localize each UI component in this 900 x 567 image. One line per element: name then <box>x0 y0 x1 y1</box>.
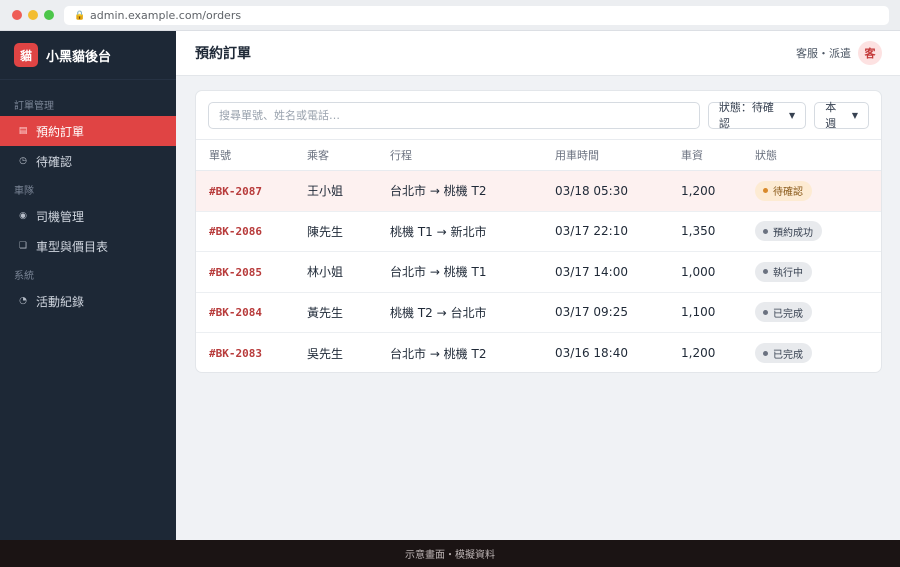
table-row[interactable]: #BK-2083 吳先生 台北市 → 桃機 T2 03/16 18:40 1,2… <box>196 333 881 373</box>
activity-icon: ◔ <box>19 296 27 306</box>
user-role: 客服・派遣 <box>796 47 851 60</box>
status-dot-icon <box>763 269 768 275</box>
route-cell: 台北市 → 桃機 T2 <box>390 346 487 361</box>
list-icon: ▤ <box>18 126 28 136</box>
order-id-link[interactable]: #BK-2085 <box>209 266 262 279</box>
status-dot-icon <box>763 228 768 234</box>
sidebar-item-label: 待確認 <box>36 154 73 169</box>
table-row[interactable]: #BK-2085 林小姐 台北市 → 桃機 T1 03/17 14:00 1,0… <box>196 252 881 292</box>
route-cell: 台北市 → 桃機 T1 <box>390 265 487 280</box>
status-badge-label: 執行中 <box>773 268 803 280</box>
status-badge: 預約成功 <box>755 221 822 242</box>
user-menu[interactable]: 客服・派遣 客 <box>796 41 882 65</box>
avatar[interactable]: 客 <box>858 41 882 65</box>
status-dot-icon <box>763 188 768 194</box>
status-badge-label: 已完成 <box>773 349 803 361</box>
sidebar-item-drivers[interactable]: ◉ 司機管理 <box>0 201 176 231</box>
status-filter-label: 狀態：待確認 <box>718 101 774 130</box>
address-bar[interactable]: 🔒 admin.example.com/orders <box>64 6 889 25</box>
footer: 示意畫面・模擬資料 <box>0 540 900 567</box>
route-cell: 台北市 → 桃機 T2 <box>390 184 487 199</box>
sidebar-section-system: 系統 <box>14 271 34 282</box>
time-cell: 03/17 14:00 <box>555 264 628 279</box>
time-cell: 03/16 18:40 <box>555 346 628 360</box>
minimize-window-button[interactable] <box>28 10 38 20</box>
status-filter-dropdown[interactable]: 狀態：待確認 ▼ <box>707 101 807 130</box>
period-filter-dropdown[interactable]: 本週 ▼ <box>814 101 869 130</box>
close-window-button[interactable] <box>12 10 22 20</box>
status-badge: 已完成 <box>755 343 812 363</box>
sidebar-section-orders: 訂單管理 <box>14 101 54 112</box>
chevron-down-icon: ▼ <box>789 110 796 120</box>
passenger-cell: 林小姐 <box>307 265 344 280</box>
route-cell: 桃機 T2 → 台北市 <box>390 305 487 320</box>
sidebar-item-vehicle-pricing[interactable]: ❏ 車型與價目表 <box>0 231 176 261</box>
table-row[interactable]: #BK-2084 黃先生 桃機 T2 → 台北市 03/17 09:25 1,1… <box>196 292 881 333</box>
time-cell: 03/17 22:10 <box>555 224 628 239</box>
fare-cell: 1,100 <box>681 305 716 320</box>
brand-logo: 貓 <box>14 43 38 67</box>
order-id-link[interactable]: #BK-2087 <box>209 185 262 198</box>
browser-chrome: 🔒 admin.example.com/orders <box>0 0 900 31</box>
search-input[interactable] <box>208 101 700 129</box>
clock-icon: ◷ <box>19 156 27 166</box>
main-content: 狀態：待確認 ▼ 本週 ▼ 單號 乘客 行程 用車時間 車資 狀態 <box>176 76 900 540</box>
page-header: 預約訂單 客服・派遣 客 <box>176 31 900 76</box>
status-badge-label: 已完成 <box>773 308 803 320</box>
status-dot-icon <box>763 309 768 315</box>
passenger-cell: 陳先生 <box>307 224 344 239</box>
sidebar: 貓 小黑貓後台 訂單管理 ▤ 預約訂單 ◷ 待確認 車隊 ◉ 司機管理 ❏ 車型… <box>0 31 176 540</box>
status-badge: 待確認 <box>755 180 812 201</box>
tag-icon: ❏ <box>18 241 28 251</box>
passenger-cell: 黃先生 <box>307 305 344 320</box>
sidebar-item-label: 車型與價目表 <box>36 239 109 254</box>
period-filter-label: 本週 <box>825 101 837 130</box>
driver-icon: ◉ <box>19 211 27 221</box>
route-cell: 桃機 T1 → 新北市 <box>390 224 487 239</box>
order-id-link[interactable]: #BK-2084 <box>209 306 262 319</box>
fare-cell: 1,350 <box>681 224 716 239</box>
passenger-cell: 王小姐 <box>307 184 344 199</box>
order-id-link[interactable]: #BK-2086 <box>209 225 262 238</box>
sidebar-item-activity-log[interactable]: ◔ 活動紀錄 <box>0 286 176 316</box>
sidebar-section-fleet: 車隊 <box>14 186 34 197</box>
status-badge-label: 待確認 <box>773 187 803 199</box>
status-dot-icon <box>763 350 768 356</box>
table-header-row: 單號 乘客 行程 用車時間 車資 狀態 <box>196 139 881 171</box>
brand-name: 小黑貓後台 <box>46 49 112 65</box>
fare-cell: 1,200 <box>681 346 716 360</box>
status-badge: 已完成 <box>755 302 812 323</box>
orders-table: 單號 乘客 行程 用車時間 車資 狀態 #BK-2087 王小姐 台北市 → 桃… <box>196 139 881 373</box>
order-id-link[interactable]: #BK-2083 <box>209 347 262 360</box>
sidebar-item-label: 活動紀錄 <box>36 294 85 309</box>
fare-cell: 1,200 <box>681 183 716 198</box>
address-url: admin.example.com/orders <box>90 9 242 22</box>
table-row[interactable]: #BK-2087 王小姐 台北市 → 桃機 T2 03/18 05:30 1,2… <box>196 170 881 211</box>
time-cell: 03/18 05:30 <box>555 183 628 198</box>
column-header-time[interactable]: 用車時間 <box>555 140 681 171</box>
sidebar-item-label: 預約訂單 <box>36 124 85 139</box>
sidebar-item-pending[interactable]: ◷ 待確認 <box>0 146 176 176</box>
column-header-status[interactable]: 狀態 <box>755 140 881 171</box>
column-header-passenger[interactable]: 乘客 <box>307 140 390 171</box>
orders-card: 狀態：待確認 ▼ 本週 ▼ 單號 乘客 行程 用車時間 車資 狀態 <box>195 90 882 373</box>
passenger-cell: 吳先生 <box>307 346 344 361</box>
brand[interactable]: 貓 小黑貓後台 <box>0 31 176 80</box>
lock-icon: 🔒 <box>74 10 86 21</box>
orders-toolbar: 狀態：待確認 ▼ 本週 ▼ <box>196 91 881 139</box>
status-badge-label: 預約成功 <box>773 227 813 239</box>
time-cell: 03/17 09:25 <box>555 305 628 320</box>
page-title: 預約訂單 <box>195 46 251 62</box>
chevron-down-icon: ▼ <box>851 110 858 120</box>
fare-cell: 1,000 <box>681 264 716 279</box>
sidebar-item-label: 司機管理 <box>36 209 85 224</box>
maximize-window-button[interactable] <box>44 10 54 20</box>
table-row[interactable]: #BK-2086 陳先生 桃機 T1 → 新北市 03/17 22:10 1,3… <box>196 211 881 252</box>
column-header-fare[interactable]: 車資 <box>681 140 755 171</box>
sidebar-item-bookings[interactable]: ▤ 預約訂單 <box>0 116 176 146</box>
status-badge: 執行中 <box>755 261 812 282</box>
column-header-route[interactable]: 行程 <box>390 140 555 171</box>
column-header-order-id[interactable]: 單號 <box>196 140 307 171</box>
